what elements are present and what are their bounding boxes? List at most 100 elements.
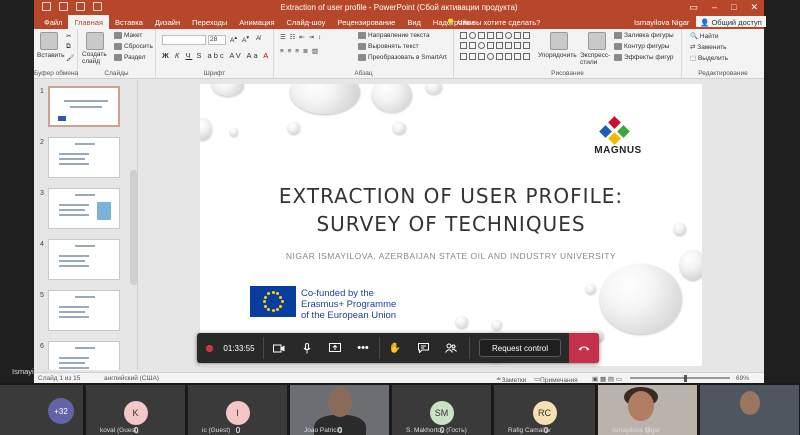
microphone-icon[interactable] — [293, 333, 321, 363]
slide-thumbnail[interactable] — [48, 290, 120, 331]
thumbnail-text-line — [59, 311, 85, 313]
paste-icon[interactable] — [40, 32, 58, 50]
shape-outline-button[interactable]: Контур фигуры — [614, 43, 669, 50]
text-direction-button[interactable]: Направление текста — [358, 32, 430, 39]
reset-button[interactable]: Сбросить — [114, 43, 153, 50]
tab-0[interactable]: Файл — [38, 15, 68, 29]
maximize-icon[interactable]: □ — [731, 2, 736, 13]
shrink-font-icon[interactable]: A▾ — [242, 35, 249, 44]
align-buttons[interactable]: ≡ ≡ ≡ ≣ ▥ — [280, 47, 319, 55]
clipboard-group: Вставить ✂ ⧉ 🖌 Буфер обмена — [34, 29, 78, 79]
view-buttons[interactable]: ▣ ▦ ▤ ▭ — [592, 375, 622, 383]
comments-button[interactable]: ▭ Примечания — [534, 375, 578, 384]
section-button[interactable]: Раздел — [114, 54, 145, 61]
current-slide[interactable]: MAGNUS EXTRACTION OF USER PROFILE: SURVE… — [200, 84, 702, 366]
paragraph-label: Абзац — [354, 70, 373, 77]
list-buttons[interactable]: ☰ ☷ ⇤ ⇥ ↕ — [280, 33, 322, 41]
zoom-slider-handle[interactable] — [684, 375, 687, 382]
replace-button[interactable]: ⇄ Заменить — [690, 43, 726, 51]
slide-thumbnail-row[interactable]: 1 — [34, 86, 137, 130]
shape-fill-button[interactable]: Заливка фигуры — [614, 32, 674, 39]
chat-icon[interactable] — [409, 333, 437, 363]
more-actions-icon[interactable]: ••• — [349, 333, 377, 363]
eu-text-line-1: Co-funded by the — [301, 288, 374, 299]
tab-3[interactable]: Дизайн — [149, 15, 186, 29]
language-indicator[interactable]: английский (США) — [104, 375, 159, 382]
slide-thumbnail[interactable] — [48, 341, 120, 370]
notes-button[interactable]: ≐ Заметки — [496, 375, 526, 384]
tab-7[interactable]: Рецензирование — [331, 15, 401, 29]
new-slide-button[interactable]: Создать слайд — [82, 51, 110, 65]
layout-button[interactable]: Макет — [114, 32, 142, 39]
quick-styles-icon[interactable] — [588, 32, 606, 50]
phone-hangup-icon — [578, 346, 590, 351]
arrange-icon[interactable] — [550, 32, 568, 50]
participant-tile[interactable]: Joao Patricio — [290, 385, 390, 435]
select-button[interactable]: ⬚ Выделить — [690, 54, 728, 62]
grow-font-icon[interactable]: A▴ — [230, 35, 237, 44]
close-icon[interactable]: ✕ — [750, 2, 758, 13]
hang-up-button[interactable] — [569, 333, 599, 363]
participants-icon[interactable] — [437, 333, 465, 363]
minimize-icon[interactable]: – — [712, 2, 717, 13]
participant-tile[interactable]: Ismayilova Nigar — [598, 385, 698, 435]
more-participants-badge[interactable]: +32 — [48, 398, 74, 424]
align-text-button[interactable]: Выровнять текст — [358, 43, 419, 50]
clear-format-icon[interactable]: A̸ — [256, 35, 260, 42]
title-bar: Extraction of user profile - PowerPoint … — [34, 0, 764, 15]
slide-thumbnail[interactable] — [48, 86, 120, 127]
format-painter-icon[interactable]: 🖌 — [66, 54, 74, 62]
zoom-level[interactable]: 69% — [736, 375, 749, 382]
raise-hand-icon[interactable]: ✋ — [381, 333, 409, 363]
slide-thumbnail-row[interactable]: 3 — [34, 188, 137, 232]
tell-me-box[interactable]: 💡 Что вы хотите сделать? — [446, 18, 540, 27]
participant-name: S. Makhortov (Гость) — [406, 427, 467, 434]
font-style-buttons[interactable]: Ж К Ч S abc AV Aa A — [162, 51, 270, 60]
thumbnail-text-line — [75, 296, 95, 298]
new-slide-icon[interactable] — [86, 32, 104, 50]
quick-styles-button[interactable]: Экспресс-стили — [580, 52, 610, 66]
camera-icon[interactable] — [265, 333, 293, 363]
slide-thumbnail-row[interactable]: 5 — [34, 290, 137, 334]
thumbnail-text-line — [59, 209, 85, 211]
zoom-slider[interactable] — [630, 377, 730, 379]
slide-thumbnail-row[interactable]: 6 — [34, 341, 137, 370]
font-size-field[interactable]: 28 — [208, 35, 226, 45]
cut-icon[interactable]: ✂ — [66, 32, 71, 40]
copy-icon[interactable]: ⧉ — [66, 43, 71, 51]
slide-thumbnail-row[interactable]: 4 — [34, 239, 137, 283]
participant-tile[interactable]: Kkoval (Guest) — [86, 385, 186, 435]
slide-thumbnail[interactable] — [48, 188, 120, 229]
tab-4[interactable]: Переходы — [186, 15, 233, 29]
request-control-button[interactable]: Request control — [479, 339, 561, 357]
share-screen-icon[interactable] — [321, 333, 349, 363]
user-name[interactable]: Ismayilova Nigar — [634, 18, 689, 27]
participant-tile[interactable] — [700, 385, 800, 435]
tab-5[interactable]: Анимация — [233, 15, 280, 29]
align-text-label: Выровнять текст — [368, 43, 419, 51]
share-button[interactable]: 👤 Общий доступ — [696, 16, 766, 27]
participant-tile[interactable]: Iic (Guest) — [188, 385, 288, 435]
slide-thumbnail[interactable] — [48, 239, 120, 280]
tab-2[interactable]: Вставка — [109, 15, 149, 29]
shape-effects-icon — [614, 54, 622, 61]
slide-thumbnail[interactable] — [48, 137, 120, 178]
participant-tile[interactable]: RC Rafig Camalov — [494, 385, 596, 435]
tab-1[interactable]: Главная — [68, 15, 109, 29]
arrange-button[interactable]: Упорядочить — [538, 52, 577, 59]
select-label: Выделить — [697, 55, 728, 62]
find-button[interactable]: 🔍 Найти — [690, 32, 718, 40]
participant-tile[interactable]: SM S. Makhortov (Гость) — [392, 385, 492, 435]
replace-label: Заменить — [697, 44, 727, 51]
ribbon-options-icon[interactable]: ▭ — [689, 2, 698, 13]
participant-avatar: K — [123, 401, 148, 425]
water-drop — [456, 316, 468, 328]
water-drop — [680, 250, 702, 280]
shape-effects-button[interactable]: Эффекты фигур — [614, 54, 674, 61]
smartart-button[interactable]: Преобразовать в SmartArt — [358, 54, 447, 61]
font-name-field[interactable] — [162, 35, 206, 45]
slide-thumbnail-row[interactable]: 2 — [34, 137, 137, 181]
tab-6[interactable]: Слайд-шоу — [281, 15, 332, 29]
tab-8[interactable]: Вид — [401, 15, 427, 29]
paste-button[interactable]: Вставить — [37, 52, 65, 59]
